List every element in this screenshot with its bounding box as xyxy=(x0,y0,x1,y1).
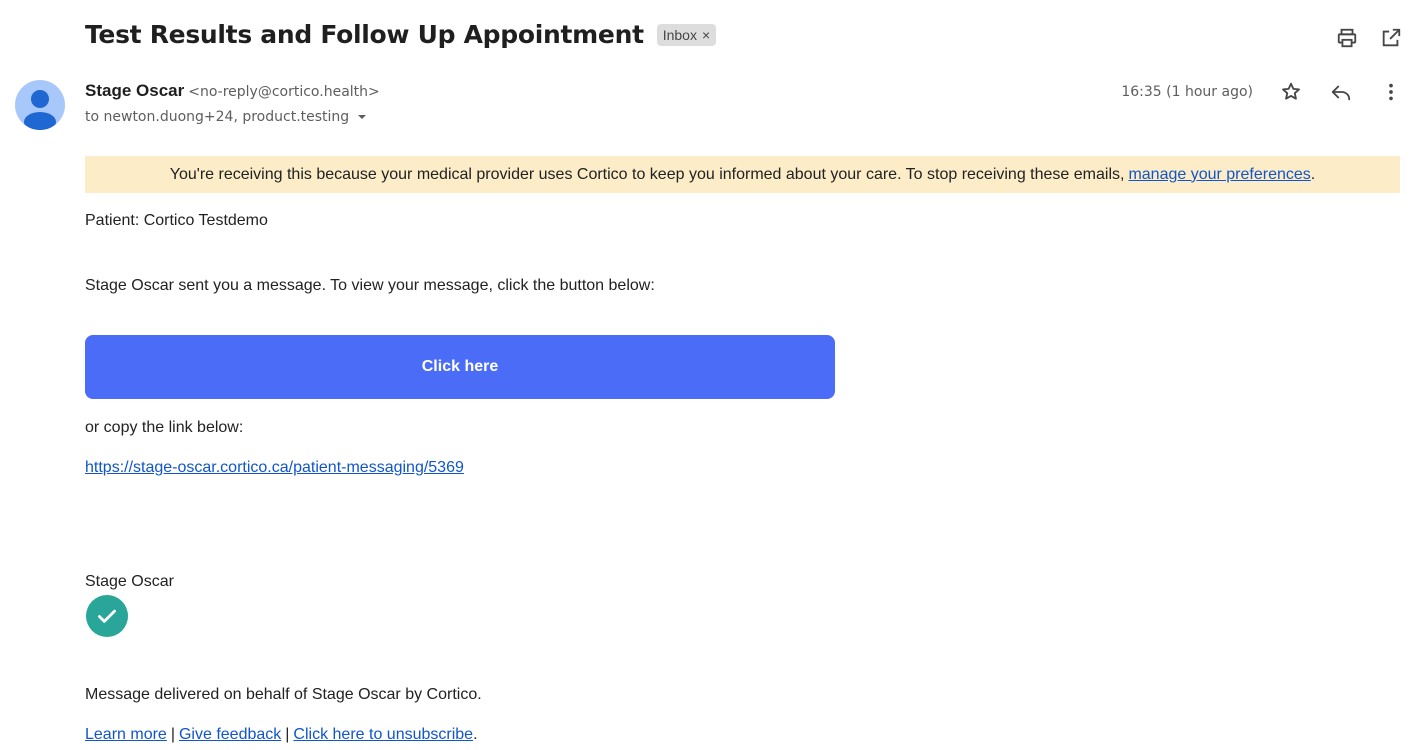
remove-label-button[interactable]: × xyxy=(702,27,710,43)
top-actions xyxy=(1335,26,1403,50)
recipients-line: to newton.duong+24, product.testing xyxy=(85,108,371,126)
print-icon[interactable] xyxy=(1335,26,1359,50)
preferences-banner: You're receiving this because your medic… xyxy=(85,156,1400,193)
click-here-button[interactable]: Click here xyxy=(85,335,835,399)
banner-suffix: . xyxy=(1310,165,1316,183)
banner-text: You're receiving this because your medic… xyxy=(169,165,1125,183)
sender-line: Stage Oscar <no-reply@cortico.health> xyxy=(85,81,380,101)
chevron-down-icon[interactable] xyxy=(353,108,371,126)
sender-name[interactable]: Stage Oscar xyxy=(85,81,184,101)
sender-email: <no-reply@cortico.health> xyxy=(188,84,380,100)
intro-text: Stage Oscar sent you a message. To view … xyxy=(85,277,655,294)
give-feedback-link[interactable]: Give feedback xyxy=(179,726,281,743)
delivered-note: Message delivered on behalf of Stage Osc… xyxy=(85,686,482,703)
signature: Stage Oscar xyxy=(85,573,174,590)
learn-more-link[interactable]: Learn more xyxy=(85,726,167,743)
copy-link-text: or copy the link below: xyxy=(85,419,244,436)
label-text: Inbox xyxy=(662,26,697,43)
message-url-link[interactable]: https://stage-oscar.cortico.ca/patient-m… xyxy=(85,459,464,476)
reply-icon[interactable] xyxy=(1329,80,1353,104)
message-meta: 16:35 (1 hour ago) xyxy=(1121,80,1403,104)
footer-links: Learn more | Give feedback | Click here to u… xyxy=(85,726,478,744)
email-subject: Test Results and Follow Up Appointment xyxy=(85,20,644,49)
separator: | xyxy=(170,726,175,743)
recipients-text: to newton.duong+24, product.testing xyxy=(85,109,350,125)
footer-end: . xyxy=(473,726,478,743)
checkmark-logo-icon xyxy=(86,595,128,637)
patient-line: Patient: Cortico Testdemo xyxy=(85,212,268,229)
open-in-new-window-icon[interactable] xyxy=(1379,26,1403,50)
unsubscribe-link[interactable]: Click here to unsubscribe xyxy=(293,726,473,743)
star-icon[interactable] xyxy=(1279,80,1303,104)
more-vertical-icon[interactable] xyxy=(1379,80,1403,104)
timestamp: 16:35 (1 hour ago) xyxy=(1121,84,1253,100)
person-avatar-icon[interactable] xyxy=(15,80,65,130)
separator: | xyxy=(285,726,290,743)
subject-row: Test Results and Follow Up Appointment I… xyxy=(85,20,717,49)
inbox-label-chip[interactable]: Inbox × xyxy=(656,23,717,46)
manage-preferences-link[interactable]: manage your preferences xyxy=(1128,166,1310,184)
